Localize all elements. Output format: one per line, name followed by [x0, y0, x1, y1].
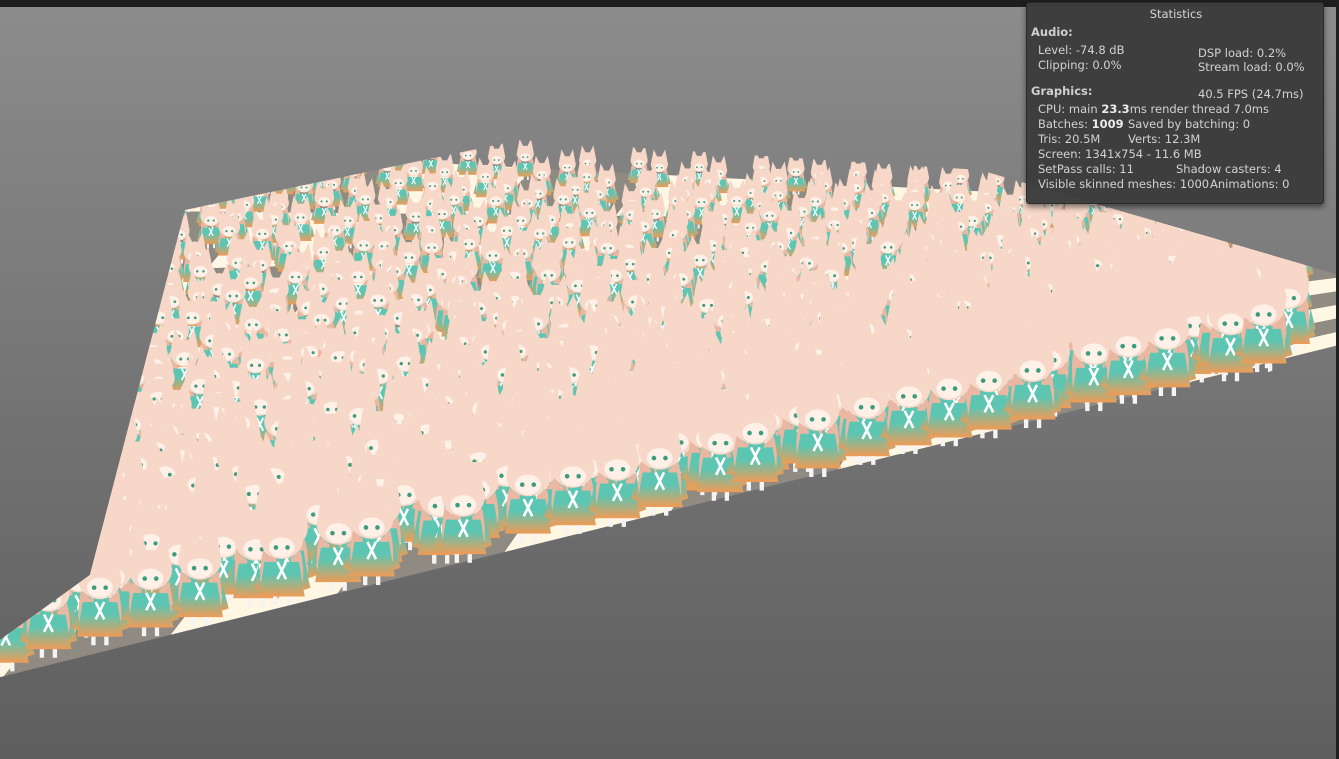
graphics-shadow-casters: Shadow casters: 4 [1176, 162, 1282, 176]
graphics-cpu: CPU: main 23.3ms render thread 7.0ms [1038, 102, 1269, 116]
graphics-verts: Verts: 12.3M [1128, 132, 1201, 146]
graphics-header: Graphics: [1031, 84, 1093, 98]
statistics-title: Statistics [1149, 7, 1203, 21]
audio-stream-load: Stream load: 0.0% [1198, 60, 1305, 74]
graphics-screen: Screen: 1341x754 - 11.6 MB [1038, 147, 1202, 161]
audio-header: Audio: [1031, 25, 1073, 39]
cpu-main-value: 23.3 [1101, 102, 1130, 116]
graphics-animations: Animations: 0 [1210, 177, 1290, 191]
audio-clipping: Clipping: 0.0% [1038, 58, 1122, 72]
graphics-visible-skinned: Visible skinned meshes: 1000 [1038, 177, 1210, 191]
scene-viewport[interactable]: Statistics Audio: Level: -74.8 dB DSP lo… [0, 0, 1339, 759]
graphics-batches: Batches: 1009 [1038, 117, 1124, 131]
batches-value: 1009 [1091, 117, 1124, 131]
cpu-suffix: ms render thread 7.0ms [1129, 102, 1269, 116]
batches-prefix: Batches: [1038, 117, 1092, 131]
audio-dsp-load: DSP load: 0.2% [1198, 46, 1287, 60]
statistics-panel: Statistics Audio: Level: -74.8 dB DSP lo… [1026, 2, 1324, 204]
graphics-fps: 40.5 FPS (24.7ms) [1198, 87, 1304, 101]
audio-level: Level: -74.8 dB [1038, 43, 1125, 57]
graphics-setpass: SetPass calls: 11 [1038, 162, 1134, 176]
cpu-prefix: CPU: main [1038, 102, 1102, 116]
graphics-saved-by-batching: Saved by batching: 0 [1128, 117, 1251, 131]
graphics-tris: Tris: 20.5M [1038, 132, 1101, 146]
